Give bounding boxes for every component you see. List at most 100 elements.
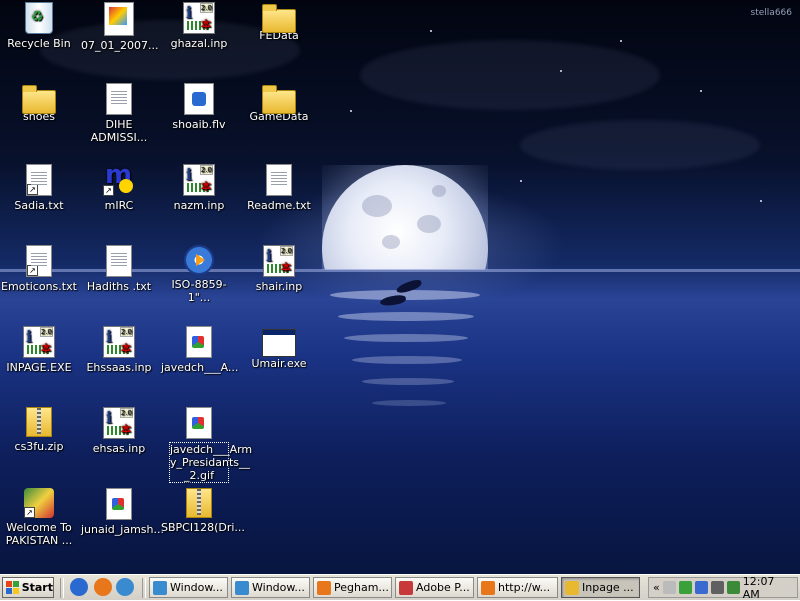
desktop-icon-label: ghazal.inp [170,37,228,50]
desktop-icon[interactable]: ↗ Emoticons.txt [1,245,77,293]
desktop-icon[interactable]: shoes [1,83,77,123]
desktop-icon[interactable]: ↗ Welcome To PAKISTAN ... [1,488,77,547]
desktop-icon[interactable]: ISO-8859-1"... [161,245,237,304]
desktop-icon[interactable]: ↗ mIRC [81,160,157,212]
sbpci128-zip-icon [186,488,212,518]
system-tray: « 12:07 AM [648,575,798,601]
emoticons-txt-icon: ↗ [26,245,52,277]
task-window-1[interactable]: Window... [149,577,228,598]
desktop-icon-label: shoaib.flv [172,118,226,131]
desktop-icon-label: javedch___Arm y_Presidants__ _2.gif [169,442,253,483]
messenger-tray-icon[interactable] [662,581,676,594]
task-label: Window... [252,581,305,594]
ehssaas-inp-icon: i 2.0 本 [103,326,135,358]
desktop-icon[interactable]: i 2.0 本 INPAGE.EXE [1,326,77,374]
tray-chevron-icon[interactable]: « [653,581,660,594]
mirc-icon: ↗ [103,160,135,196]
firefox-quicklaunch-icon[interactable] [94,578,112,596]
network-tray-icon[interactable] [694,581,708,594]
star [620,40,622,42]
desktop-icon-label: Hadiths .txt [86,280,152,293]
desktop-icon-label: ehsas.inp [92,442,146,455]
task-http[interactable]: http://w... [477,577,558,598]
desktop-icon[interactable]: Recycle Bin [1,2,77,50]
messenger-quicklaunch-icon[interactable] [116,578,134,596]
desktop-icon-label: SBPCI128(Dri... [161,521,245,534]
desktop-icon[interactable]: i 2.0 本 ghazal.inp [161,2,237,50]
windows-logo-icon [6,581,19,594]
desktop-icon[interactable]: i 2.0 本 shair.inp [241,245,317,293]
task-adobe[interactable]: Adobe P... [395,577,474,598]
task-inpage[interactable]: Inpage ... [561,577,640,598]
desktop-icon-label: cs3fu.zip [14,440,64,453]
desktop-icon[interactable]: SBPCI128(Dri... [161,488,245,534]
shortcut-arrow-icon: ↗ [24,507,35,518]
start-button[interactable]: Start [2,577,54,598]
task-window-2[interactable]: Window... [231,577,310,598]
taskbar-separator [60,578,64,598]
desktop-icon[interactable]: cs3fu.zip [1,407,77,453]
desktop-icon-label: INPAGE.EXE [6,361,72,374]
desktop-icon[interactable]: i 2.0 本 ehsas.inp [81,407,157,455]
desktop-icon-label: Readme.txt [247,199,311,212]
readme-txt-icon [266,164,292,196]
task-label: Window... [170,581,223,594]
desktop-icon[interactable]: FEData [241,2,317,42]
desktop-icon-label: junaid_jamsh... [81,523,164,536]
star [350,110,352,112]
desktop-icon-label: Recycle Bin [7,37,71,50]
desktop-icon-label: nazm.inp [173,199,225,212]
gamedata-folder-icon [262,85,296,114]
moon-reflection [338,312,474,321]
shortcut-arrow-icon: ↗ [27,184,38,195]
desktop-icon-label: Sadia.txt [14,199,64,212]
ghazal-inp-icon: i 2.0 本 [183,2,215,34]
desktop-icon[interactable]: javedch___A... [161,326,238,374]
shair-inp-icon: i 2.0 本 [263,245,295,277]
desktop-icon-label: Emoticons.txt [1,280,77,293]
shortcut-arrow-icon: ↗ [103,185,114,196]
desktop-icon[interactable]: GameData [241,83,317,123]
desktop-icon-label: DIHE ADMISSI... [90,118,148,144]
task-label: http://w... [498,581,551,594]
task-app-icon [235,580,249,595]
cloud [520,120,760,170]
star [700,90,702,92]
desktop-icon[interactable]: Umair.exe [241,326,317,370]
tray-icons [662,581,740,594]
file-07-01-2007-icon [104,2,134,36]
desktop-icon[interactable]: javedch___Arm y_Presidants__ _2.gif [161,407,253,483]
nazm-inp-icon: i 2.0 本 [183,164,215,196]
volume-tray-icon[interactable] [710,581,724,594]
hadiths-txt-icon [106,245,132,277]
javedch-army-gif-icon [186,407,212,439]
desktop-icon[interactable]: Hadiths .txt [81,245,157,293]
task-pegham[interactable]: Pegham... [313,577,392,598]
moon-reflection [372,400,446,406]
desktop-icon[interactable]: Readme.txt [241,164,317,212]
task-app-icon [317,580,331,595]
welcome-pakistan-icon: ↗ [24,488,54,518]
inpage-exe-icon: i 2.0 本 [23,326,55,358]
task-label: Adobe P... [416,581,470,594]
desktop[interactable]: stella666 Recycle Bin 07_01_2007... i2.0本 g… [0,0,800,574]
recycle-bin-icon [25,2,53,34]
star [520,180,522,182]
desktop-icon[interactable]: DIHE ADMISSI... [81,83,157,144]
desktop-icon[interactable]: shoaib.flv [161,83,237,131]
clock[interactable]: 12:07 AM [743,575,791,601]
desktop-icon[interactable]: i 2.0 本 nazm.inp [161,164,237,212]
dihe-admission-icon [106,83,132,115]
star [430,30,432,32]
desktop-icon[interactable]: i 2.0 本 Ehssaas.inp [81,326,157,374]
desktop-icon[interactable]: junaid_jamsh... [81,488,164,536]
desktop-icon[interactable]: 07_01_2007... [81,2,159,52]
cs3fu-zip-icon [26,407,52,437]
task-label: Pegham... [334,581,389,594]
ie-quicklaunch-icon[interactable] [70,578,88,596]
buddy-tray-icon[interactable] [678,581,692,594]
desktop-icon-label: 07_01_2007... [81,39,159,52]
update-tray-icon[interactable] [726,581,740,594]
star [560,70,562,72]
desktop-icon[interactable]: ↗ Sadia.txt [1,164,77,212]
